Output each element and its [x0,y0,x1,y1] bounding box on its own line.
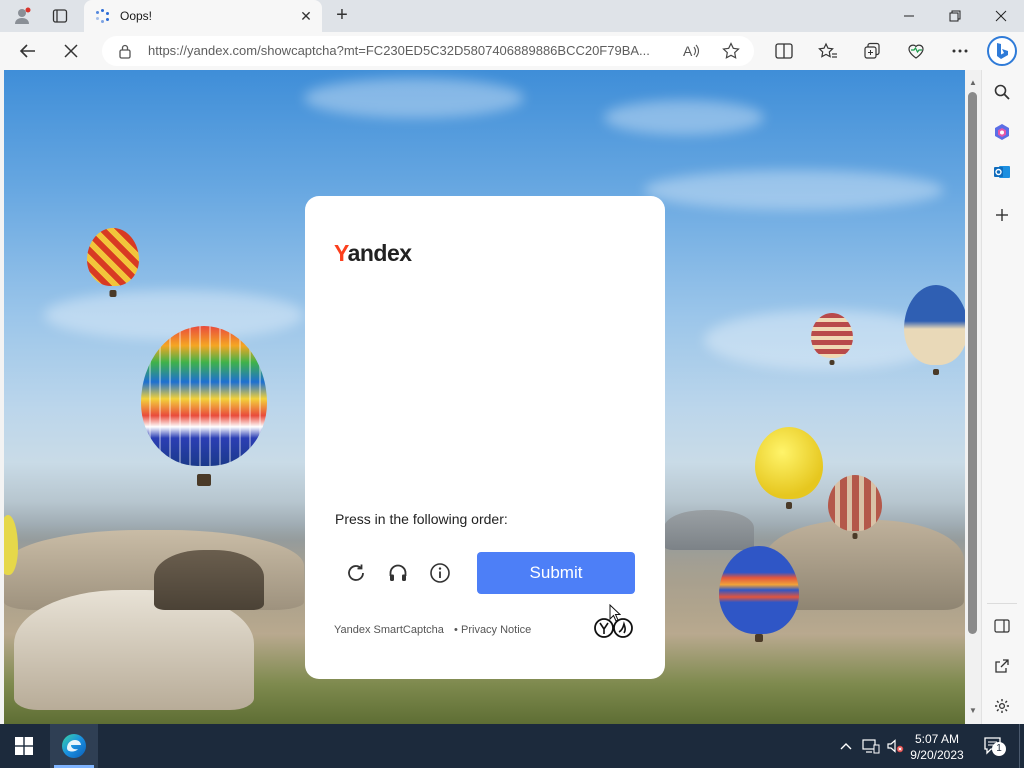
show-desktop-button[interactable] [1019,724,1024,768]
smartcaptcha-link[interactable]: Yandex SmartCaptcha [334,624,444,636]
captcha-instruction: Press in the following order: [335,511,508,527]
show-hidden-icons-icon[interactable] [836,724,856,768]
more-options-icon[interactable] [946,37,974,65]
restore-button[interactable] [932,0,978,32]
bing-copilot-icon[interactable] [986,35,1018,67]
clock-time: 5:07 AM [914,732,960,746]
favorites-icon[interactable] [814,37,842,65]
collections-icon[interactable] [858,37,886,65]
sidebar-divider [987,603,1017,604]
open-external-icon[interactable] [990,654,1014,678]
volume-muted-icon[interactable] [884,724,906,768]
close-tab-icon[interactable]: ✕ [298,8,314,24]
clock-date: 9/20/2023 [910,748,964,762]
hot-air-balloon [755,427,823,509]
lock-icon[interactable] [118,43,132,59]
mouse-cursor-icon [609,603,622,622]
privacy-notice-link[interactable]: Privacy Notice [461,624,531,636]
settings-gear-icon[interactable] [990,694,1014,718]
minimize-button[interactable] [886,0,932,32]
yandex-logo: Yandex [334,240,412,266]
hot-air-balloon [141,326,267,486]
hot-air-balloon [811,313,853,365]
close-window-button[interactable] [978,0,1024,32]
hot-air-balloon [719,546,799,642]
loading-icon [96,9,110,23]
audio-captcha-icon[interactable] [385,560,411,586]
office-icon[interactable] [990,120,1014,144]
tab-title: Oops! [120,9,153,23]
stop-loading-button[interactable] [57,37,85,65]
footer-separator: • [454,624,458,636]
back-button[interactable] [14,37,42,65]
refresh-icon[interactable] [343,560,369,586]
hide-sidebar-icon[interactable] [990,614,1014,638]
edge-taskbar-icon[interactable] [50,724,98,768]
hot-air-balloon [828,475,882,539]
profile-icon[interactable] [7,0,37,32]
add-sidebar-app-icon[interactable] [990,203,1014,227]
tab-active[interactable]: Oops! ✕ [84,0,322,32]
scroll-down-icon[interactable]: ▼ [967,706,979,716]
svg-text:A: A [683,43,693,59]
read-aloud-icon[interactable]: A [677,37,705,65]
scroll-up-icon[interactable]: ▲ [967,78,979,88]
network-icon[interactable] [860,724,882,768]
outlook-icon[interactable] [990,160,1014,184]
info-icon[interactable] [427,560,453,586]
taskbar-clock[interactable]: 5:07 AM 9/20/2023 [906,731,968,763]
notification-count-badge: 1 [992,742,1006,756]
scrollbar-thumb[interactable] [968,92,977,634]
search-icon[interactable] [990,80,1014,104]
hot-air-balloon [87,228,139,297]
split-screen-icon[interactable] [770,37,798,65]
performance-icon[interactable] [902,37,930,65]
submit-button[interactable]: Submit [477,552,635,594]
hot-air-balloon [4,515,18,575]
new-tab-button[interactable]: + [330,4,354,28]
favorite-star-icon[interactable] [717,37,745,65]
url-text[interactable]: https://yandex.com/showcaptcha?mt=FC230E… [148,43,674,58]
hot-air-balloon [904,285,965,375]
windows-start-icon[interactable] [0,724,48,768]
tab-actions-icon[interactable] [45,0,75,32]
